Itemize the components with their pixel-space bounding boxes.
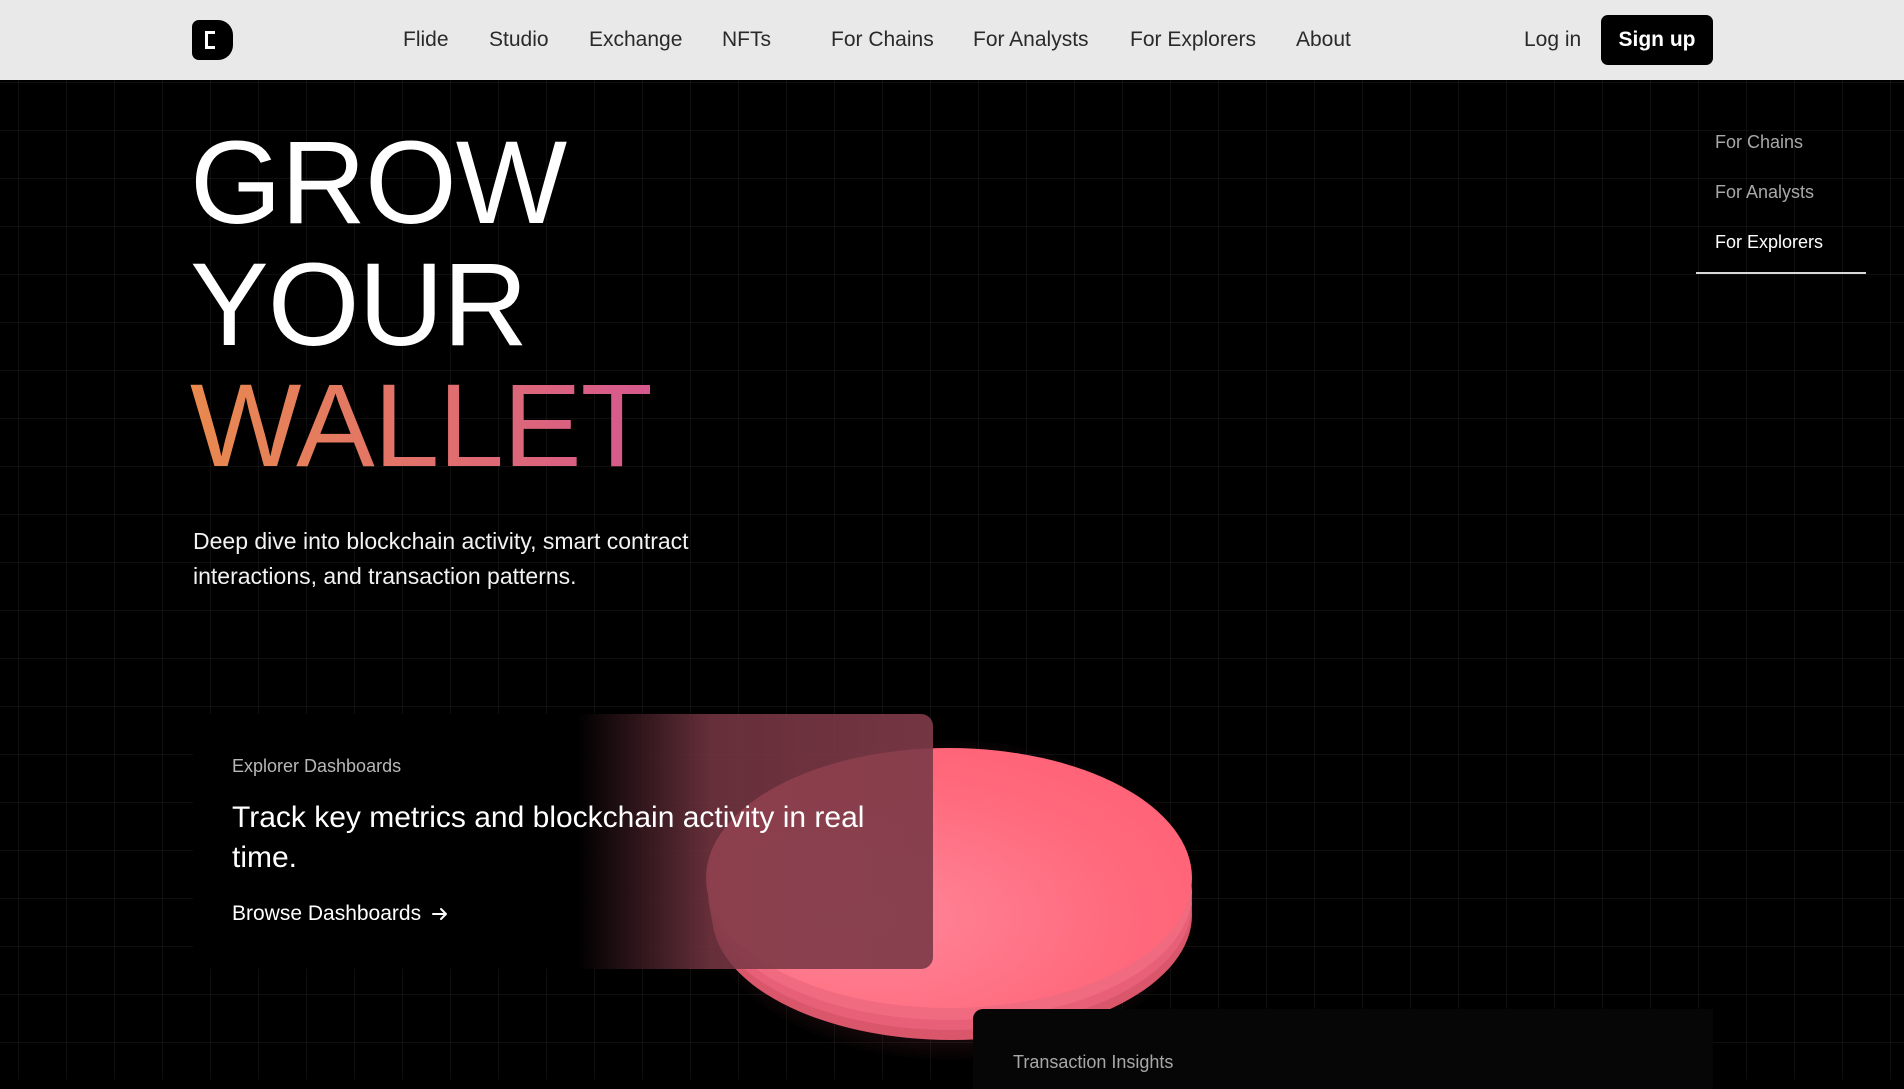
browse-dashboards-label: Browse Dashboards: [232, 902, 422, 925]
nav-link-for-chains[interactable]: For Chains: [831, 27, 934, 53]
arrow-right-icon: [432, 908, 448, 920]
login-link[interactable]: Log in: [1524, 27, 1581, 53]
nav-link-studio[interactable]: Studio: [489, 27, 549, 53]
side-nav-item-for-analysts[interactable]: For Analysts: [1696, 174, 1866, 224]
transaction-insights-card: [973, 1009, 1713, 1089]
side-nav-item-for-chains[interactable]: For Chains: [1696, 124, 1866, 174]
logo-icon[interactable]: [192, 20, 233, 60]
nav-link-flide[interactable]: Flide: [403, 27, 449, 53]
nav-link-about[interactable]: About: [1296, 27, 1351, 53]
section-side-nav: For Chains For Analysts For Explorers: [1696, 124, 1866, 274]
browse-dashboards-link[interactable]: Browse Dashboards: [232, 902, 449, 926]
top-navbar: Flide Studio Exchange NFTs For Chains Fo…: [0, 0, 1904, 80]
hero-title-line-1: GROW: [190, 117, 567, 249]
card-eyebrow: Explorer Dashboards: [232, 756, 402, 776]
nav-link-for-analysts[interactable]: For Analysts: [973, 27, 1089, 53]
card-heading: Track key metrics and blockchain activit…: [232, 801, 865, 874]
hero-title-line-2: YOUR: [190, 239, 528, 371]
side-nav-item-for-explorers[interactable]: For Explorers: [1696, 224, 1866, 274]
nav-link-exchange[interactable]: Exchange: [589, 27, 682, 53]
card-eyebrow: Transaction Insights: [1013, 1052, 1174, 1072]
hero-title-line-3: WALLET: [190, 360, 653, 492]
hero-subtitle: Deep dive into blockchain activity, smar…: [193, 528, 689, 589]
nav-link-for-explorers[interactable]: For Explorers: [1130, 27, 1256, 53]
nav-link-nfts[interactable]: NFTs: [722, 27, 771, 53]
signup-button[interactable]: Sign up: [1601, 15, 1713, 65]
